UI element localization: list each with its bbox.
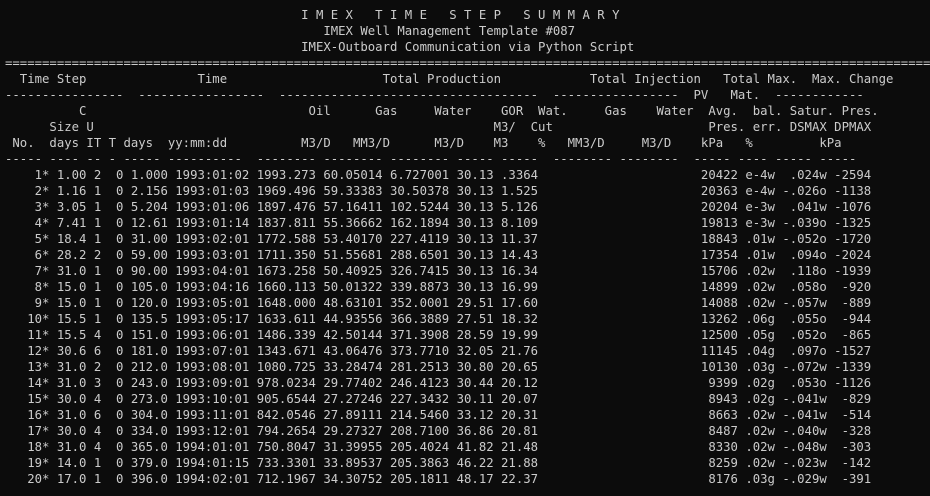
header-underline-row: ---------------- ----------------- -----…: [5, 88, 864, 102]
table-row: 10* 15.5 1 0 135.5 1993:05:17 1633.611 4…: [5, 312, 872, 326]
table-row: 16* 31.0 6 0 304.0 1993:11:01 842.0546 2…: [5, 408, 872, 422]
console-output[interactable]: I M E X T I M E S T E P S U M M A R Y IM…: [0, 7, 930, 496]
communication-subtitle: IMEX-Outboard Communication via Python S…: [5, 40, 635, 54]
table-row: 5* 18.4 1 0 31.00 1993:02:01 1772.588 53…: [5, 232, 872, 246]
table-row: 7* 31.0 1 0 90.00 1993:04:01 1673.258 50…: [5, 264, 872, 278]
table-row: 12* 30.6 6 0 181.0 1993:07:01 1343.671 4…: [5, 344, 872, 358]
table-row: 6* 28.2 2 0 59.00 1993:03:01 1711.350 51…: [5, 248, 872, 262]
table-row: 2* 1.16 1 0 2.156 1993:01:03 1969.496 59…: [5, 184, 872, 198]
table-row: 15* 30.0 4 0 273.0 1993:10:01 905.6544 2…: [5, 392, 872, 406]
table-row: 14* 31.0 3 0 243.0 1993:09:01 978.0234 2…: [5, 376, 872, 390]
template-title: IMEX Well Management Template #087: [5, 24, 576, 38]
table-row: 11* 15.5 4 0 151.0 1993:06:01 1486.339 4…: [5, 328, 872, 342]
table-row: 3* 3.05 1 0 5.204 1993:01:06 1897.476 57…: [5, 200, 872, 214]
column-divider-row: ----- ---- -- - ----- ---------- -------…: [5, 152, 857, 166]
summary-title: I M E X T I M E S T E P S U M M A R Y: [5, 8, 620, 22]
header-group-row: Time Step Time Total Production Total In…: [5, 72, 894, 86]
table-row: 20* 17.0 1 0 396.0 1994:02:01 712.1967 3…: [5, 472, 872, 486]
header-row-3: No. days IT T days yy:mm:dd M3/D MM3/D M…: [5, 136, 842, 150]
table-row: 19* 14.0 1 0 379.0 1994:01:15 733.3301 3…: [5, 456, 872, 470]
header-row-2: Size U M3/ Cut Pres. err. DSMAX DPMAX: [5, 120, 872, 134]
table-row: 8* 15.0 1 0 105.0 1993:04:16 1660.113 50…: [5, 280, 872, 294]
header-row-1: C Oil Gas Water GOR Wat. Gas Water Avg. …: [5, 104, 879, 118]
table-row: 17* 30.0 4 0 334.0 1993:12:01 794.2654 2…: [5, 424, 872, 438]
separator-line: ========================================…: [5, 56, 930, 70]
table-row: 4* 7.41 1 0 12.61 1993:01:14 1837.811 55…: [5, 216, 872, 230]
table-row: 1* 1.00 2 0 1.000 1993:01:02 1993.273 60…: [5, 168, 872, 182]
table-row: 9* 15.0 1 0 120.0 1993:05:01 1648.000 48…: [5, 296, 872, 310]
table-row: 13* 31.0 2 0 212.0 1993:08:01 1080.725 3…: [5, 360, 872, 374]
table-row: 18* 31.0 4 0 365.0 1994:01:01 750.8047 3…: [5, 440, 872, 454]
